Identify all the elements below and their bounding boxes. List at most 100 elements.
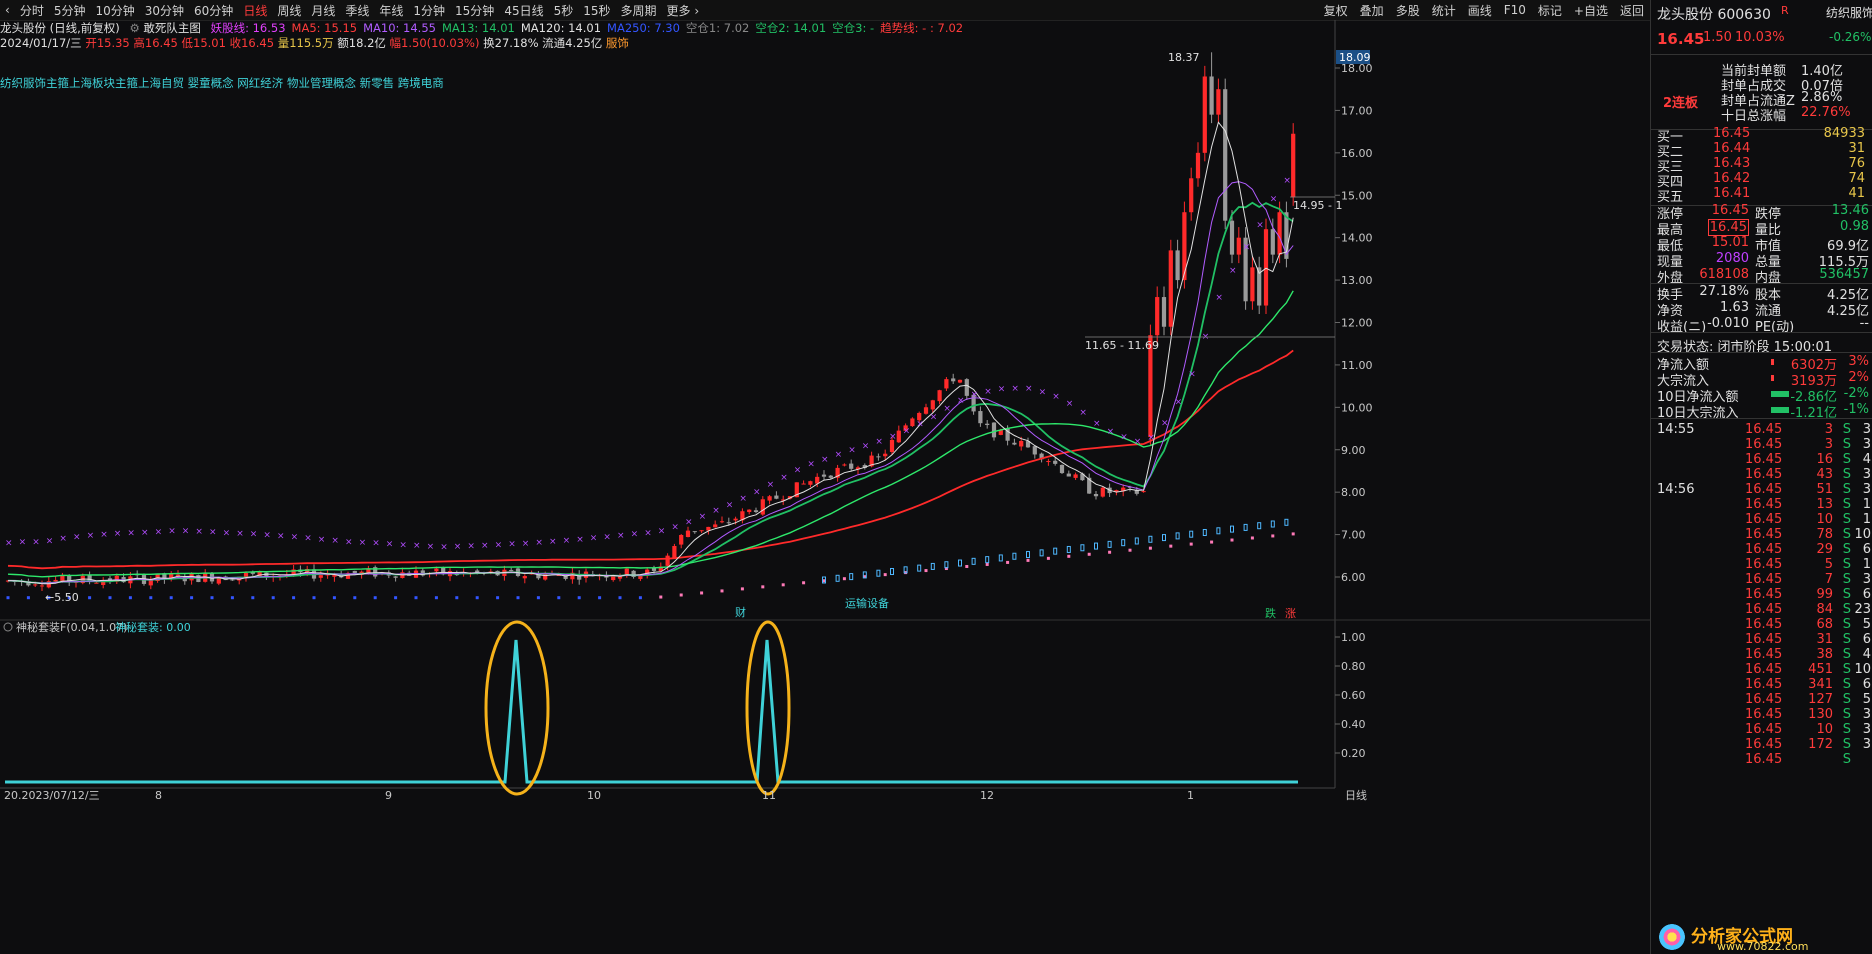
ma250-marker [1067, 554, 1071, 558]
yaogu-marker: × [1215, 293, 1223, 303]
price-badge-text: 18.09 [1339, 51, 1371, 64]
tick-side: S [1842, 542, 1851, 557]
annotation-event4: 涨 [1285, 607, 1296, 620]
candle-body [1100, 487, 1105, 497]
candle-body [318, 575, 323, 578]
tick-price: 16.45 [1745, 677, 1783, 692]
ma250-marker [1210, 540, 1214, 544]
seal-value: 2.86% [1801, 90, 1843, 105]
flow-pct: 3% [1848, 354, 1869, 369]
bid-price: 16.41 [1713, 186, 1751, 201]
ma10-line [7, 181, 1294, 584]
ma250-marker [108, 596, 112, 600]
trend-bar [1107, 540, 1112, 548]
candle-body [243, 573, 249, 577]
candle-body [1155, 297, 1160, 336]
yaogu-marker: × [46, 536, 54, 546]
yaogu-marker: × [984, 387, 992, 397]
ma250-marker [414, 596, 418, 600]
candle-body [679, 534, 684, 545]
trend-bar [1243, 523, 1248, 531]
tick-side: S [1842, 692, 1851, 707]
trend-bar [1026, 551, 1030, 559]
quote-change: 1.50 [1703, 30, 1732, 45]
candle-body [808, 481, 813, 485]
ma250-marker [1087, 552, 1091, 556]
yaogu-marker: × [359, 538, 367, 548]
sector-tab[interactable]: 纺织服饰 [1826, 4, 1872, 21]
tick-side: S [1842, 722, 1851, 737]
tick-vol: 127 [1808, 692, 1833, 707]
x-axis-label: 11 [762, 789, 776, 802]
ma250-marker [292, 596, 296, 600]
y-tick-label: 6.00 [1341, 571, 1366, 584]
tick-price: 16.45 [1745, 632, 1783, 647]
ma250-marker [1291, 532, 1295, 536]
ma250-marker [638, 596, 642, 600]
candle-body [1263, 229, 1269, 306]
trend-bar [1012, 552, 1017, 560]
r-badge: R [1781, 4, 1789, 17]
ma250-marker [1169, 544, 1173, 548]
tick-price: 16.45 [1745, 572, 1783, 587]
ma250-marker [1148, 546, 1152, 550]
flow-pct: -2% [1843, 386, 1869, 401]
quote-panel: 龙头股份 600630 R 纺织服饰 16.45 1.50 10.03% -0.… [1650, 0, 1872, 954]
candle-body [39, 585, 45, 587]
candle-body [1195, 152, 1201, 179]
flow-bar [1771, 359, 1774, 365]
candle-body [33, 584, 38, 586]
trend-bar [944, 561, 949, 569]
yaogu-marker: × [916, 420, 924, 430]
ma250-marker [332, 596, 336, 600]
ma250-marker [883, 573, 887, 577]
candle-body [747, 509, 752, 513]
ma250-marker [598, 596, 602, 600]
tick-price: 16.45 [1745, 692, 1783, 707]
stat-value: -0.010 [1707, 316, 1749, 331]
yaogu-marker: × [767, 480, 775, 490]
candle-body [393, 576, 398, 578]
tick-price: 16.45 [1745, 512, 1783, 527]
stat-value: 27.18% [1699, 284, 1749, 299]
annotation-event3: 跌 [1265, 606, 1276, 620]
yaogu-marker: × [535, 538, 543, 548]
annotation-right_label: 14.95 - 1 [1293, 199, 1342, 212]
candle-body [910, 418, 915, 427]
tick-count: 3 [1862, 707, 1871, 722]
ma250-marker [536, 596, 540, 600]
stat-value: 16.45 [1707, 219, 1749, 236]
tick-price: 16.45 [1745, 482, 1783, 497]
candle-body [1093, 493, 1099, 497]
trend-bar [1148, 535, 1153, 543]
candle-body [801, 483, 806, 485]
yaogu-marker: × [331, 536, 339, 546]
candle-body [1270, 229, 1275, 255]
candle-body [991, 422, 997, 438]
yaogu-marker: × [590, 533, 598, 543]
sub-chart-title: 神秘套装F(0.04,1.07) [16, 620, 127, 634]
sub-y-tick-label: 0.60 [1341, 689, 1366, 702]
yaogu-marker: × [1229, 266, 1237, 276]
yaogu-marker: × [1283, 176, 1291, 186]
ma250-marker [312, 596, 316, 600]
yaogu-marker: × [155, 527, 163, 537]
candle-body [1046, 461, 1051, 463]
x-axis-label: 8 [155, 789, 162, 802]
tick-count: 4 [1862, 647, 1871, 662]
yaogu-marker: × [427, 542, 435, 552]
trend-bar [1230, 525, 1234, 533]
ma250-marker [516, 596, 520, 600]
period-label: 日线 [1345, 788, 1367, 802]
quote-header: 龙头股份 600630 R 纺织服饰 [1651, 4, 1872, 24]
ma250-marker [679, 593, 683, 597]
x-axis-label: 1 [1187, 789, 1194, 802]
trend-bar [1162, 534, 1166, 542]
tick-price: 16.45 [1745, 662, 1783, 677]
yaogu-marker: × [726, 500, 734, 510]
trend-bar [958, 559, 962, 567]
kline-chart[interactable]: × × × × × × × × × × × × × × × × × × × × × × × × × × × × × × × × × × × × × × × ×… [0, 0, 1650, 954]
flow-pct: 2% [1848, 370, 1869, 385]
tick-vol: 43 [1816, 467, 1833, 482]
yaogu-marker: × [236, 529, 244, 539]
